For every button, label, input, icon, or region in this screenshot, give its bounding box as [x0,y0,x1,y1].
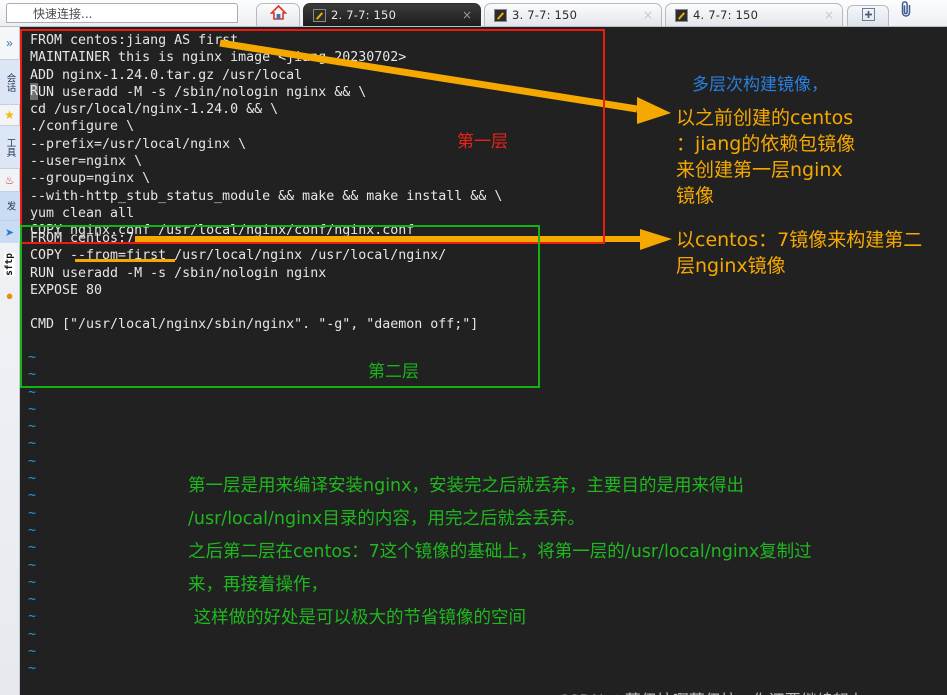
tab-close-icon[interactable]: × [631,9,653,21]
left-sidebar: » 会话 ★ 工具 ♨ 发 ➤ sftp ● [0,27,20,695]
terminal-cursor: R [30,83,39,100]
xshell-tab-icon [313,8,326,22]
sidebar-item-transfer[interactable]: 发 [0,191,20,221]
blue-title-annotation: 多层次构建镜像， [692,75,828,95]
tab-2[interactable]: 2. 7-7: 150 × [303,3,481,26]
tab-label: 2. 7-7: 150 [331,8,397,22]
xshell-tab-icon [675,8,688,22]
sidebar-item-sessions[interactable]: 会话 [0,59,20,105]
paperclip-icon[interactable] [899,0,913,23]
tab-close-icon[interactable]: × [812,9,834,21]
plus-icon [861,8,875,24]
tab-4[interactable]: 4. 7-7: 150 × [665,3,843,26]
thermometer-icon[interactable]: ♨ [0,169,20,191]
sidebar-item-label: 发 [4,201,16,211]
orange-note-layer1: 以之前创建的centos ：jiang的依赖包镜像 来创建第一层nginx 镜像 [676,107,856,207]
sidebar-item-sftp[interactable]: sftp [0,243,20,285]
csdn-watermark: CSDN @莱伊拉啊莱伊拉，你还要继续努力 [558,687,865,695]
sidebar-item-tools[interactable]: 工具 [0,125,20,169]
sidebar-item-label: 工具 [4,137,16,157]
xshell-window: 快速连接... 2. 7-7: 150 × 3. 7-7: 150 × 4. 7… [0,0,947,695]
dockerfile-layer2-text: FROM centos:7 COPY --from=first /usr/loc… [30,231,479,333]
green-explanation-block: 第一层是用来编译安装nginx，安装完之后就丢弃，主要目的是用来得出 /usr/… [188,476,812,628]
expand-chevrons-icon[interactable]: » [0,27,20,59]
sidebar-item-label: sftp [4,252,15,276]
xshell-tab-icon [494,8,507,22]
dockerfile-layer1-text: FROM centos:jiang AS first MAINTAINER th… [30,33,503,239]
terminal-pane[interactable]: FROM centos:jiang AS first MAINTAINER th… [20,27,947,695]
quick-connect-input[interactable]: 快速连接... [6,3,238,23]
tab-label: 3. 7-7: 150 [512,8,578,22]
globe-icon[interactable]: ● [0,285,20,305]
sidebar-item-label: 会话 [4,72,16,92]
paper-plane-icon[interactable]: ➤ [0,221,20,243]
orange-note-layer2: 以centos：7镜像来构建第二 层nginx镜像 [676,229,923,277]
star-icon[interactable]: ★ [0,105,20,125]
window-titlebar: 快速连接... 2. 7-7: 150 × 3. 7-7: 150 × 4. 7… [0,0,947,27]
new-tab-button[interactable] [847,5,889,26]
quick-connect-placeholder: 快速连接... [33,6,93,21]
home-icon [269,4,287,26]
tab-close-icon[interactable]: × [450,9,472,21]
vim-empty-line-markers: ~ ~ ~ ~ ~ ~ ~ ~ ~ ~ ~ ~ ~ ~ ~ ~ ~ ~ ~ [28,350,37,677]
layer2-label: 第二层 [368,362,419,382]
layer1-label: 第一层 [457,132,508,152]
tab-label: 4. 7-7: 150 [693,8,759,22]
tab-3[interactable]: 3. 7-7: 150 × [484,3,662,26]
home-tab-button[interactable] [256,3,300,26]
